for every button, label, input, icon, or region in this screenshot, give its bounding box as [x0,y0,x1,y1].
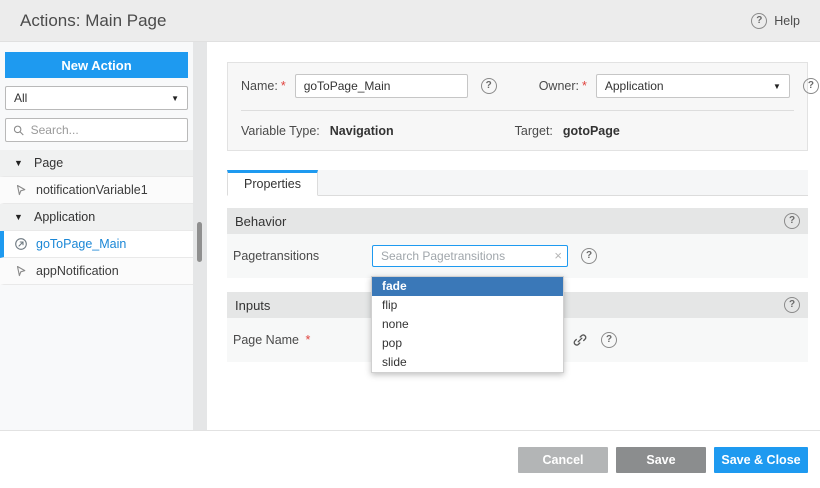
notification-icon [14,264,28,278]
sidebar-scroll-gutter [193,42,207,430]
link-icon[interactable] [572,332,588,348]
dropdown-option-pop[interactable]: pop [372,334,563,353]
clear-icon[interactable]: × [554,248,562,264]
pagetransitions-label: Pagetransitions [233,249,372,263]
inputs-help-icon[interactable]: ? [784,297,800,313]
filter-dropdown[interactable]: All ▼ [5,86,188,110]
notification-icon [14,183,28,197]
action-summary-box: Name: * ? Owner: * Application ▼ ? Varia… [227,62,808,151]
target-label: Target: [515,124,553,138]
footer-action-bar: Cancel Save Save & Close [0,430,820,488]
tree-item-label: notificationVariable1 [36,183,148,197]
new-action-button[interactable]: New Action [5,52,188,78]
tab-properties-label: Properties [244,177,301,191]
behavior-help-icon[interactable]: ? [784,213,800,229]
app-header: Actions: Main Page ? Help [0,0,820,42]
behavior-section: Behavior ? Pagetransitions × ? [227,208,808,278]
owner-help-icon[interactable]: ? [803,78,819,94]
pagetransitions-dropdown: fade flip none pop slide [371,276,564,373]
variable-type-value: Navigation [330,124,394,138]
page-name-label: Page Name * [233,333,372,347]
detail-tabbar: Properties [227,170,808,196]
chevron-down-icon: ▼ [171,94,179,103]
dropdown-option-none[interactable]: none [372,315,563,334]
actions-editor-window: Actions: Main Page ? Help New Action All… [0,0,820,488]
variable-type-label: Variable Type: [241,124,320,138]
sidebar-search-input[interactable] [31,123,180,137]
name-owner-row: Name: * ? Owner: * Application ▼ ? [241,74,794,98]
save-button[interactable]: Save [616,447,706,473]
tree-group-application[interactable]: ▼ Application [0,204,193,231]
target-value: gotoPage [563,124,620,138]
dropdown-option-slide[interactable]: slide [372,353,563,372]
tree-item-label: goToPage_Main [36,237,126,251]
name-help-icon[interactable]: ? [481,78,497,94]
pagetransitions-help-icon[interactable]: ? [581,248,597,264]
name-input[interactable] [295,74,468,98]
page-title: Actions: Main Page [20,11,166,31]
owner-select-value: Application [605,79,664,93]
tree-group-page[interactable]: ▼ Page [0,150,193,177]
tree-group-label: Application [34,210,95,224]
owner-select[interactable]: Application ▼ [596,74,790,98]
actions-tree: ▼ Page notificationVariable1 ▼ Applicati… [0,150,193,285]
tree-item-notificationvariable1[interactable]: notificationVariable1 [0,177,193,204]
tab-properties[interactable]: Properties [227,170,318,196]
collapse-caret-icon[interactable]: ▼ [14,212,26,222]
navigation-icon [14,237,28,251]
pagetransitions-combobox[interactable]: × [372,245,568,267]
actions-sidebar: New Action All ▼ ▼ Page [0,42,193,430]
required-marker: * [281,79,286,93]
required-marker: * [306,333,311,347]
tree-item-gotopage-main[interactable]: goToPage_Main [0,231,193,258]
owner-group: Owner: * Application ▼ ? [539,74,819,98]
chevron-down-icon: ▼ [773,82,781,91]
tree-item-label: appNotification [36,264,119,278]
sidebar-search[interactable] [5,118,188,142]
type-target-row: Variable Type: Navigation Target: gotoPa… [241,124,794,138]
collapse-caret-icon[interactable]: ▼ [14,158,26,168]
tree-group-label: Page [34,156,63,170]
filter-dropdown-value: All [14,91,27,105]
dropdown-option-flip[interactable]: flip [372,296,563,315]
help-label: Help [774,14,800,28]
behavior-section-title: Behavior [235,214,286,229]
save-and-close-button[interactable]: Save & Close [714,447,808,473]
name-label: Name: [241,79,278,93]
required-marker: * [582,79,587,93]
inputs-section-title: Inputs [235,298,270,313]
dropdown-option-fade[interactable]: fade [372,277,563,296]
sidebar-scrollbar-thumb[interactable] [197,222,202,262]
target-group: Target: gotoPage [515,124,620,138]
help-icon: ? [751,13,767,29]
owner-label: Owner: [539,79,579,93]
pagetransitions-search-input[interactable] [372,245,568,267]
cancel-button[interactable]: Cancel [518,447,608,473]
tree-item-appnotification[interactable]: appNotification [0,258,193,285]
behavior-section-header: Behavior ? [227,208,808,234]
help-link[interactable]: ? Help [751,13,800,29]
summary-divider [241,110,794,111]
search-icon [13,124,25,137]
behavior-section-body: Pagetransitions × ? [227,234,808,278]
page-name-help-icon[interactable]: ? [601,332,617,348]
